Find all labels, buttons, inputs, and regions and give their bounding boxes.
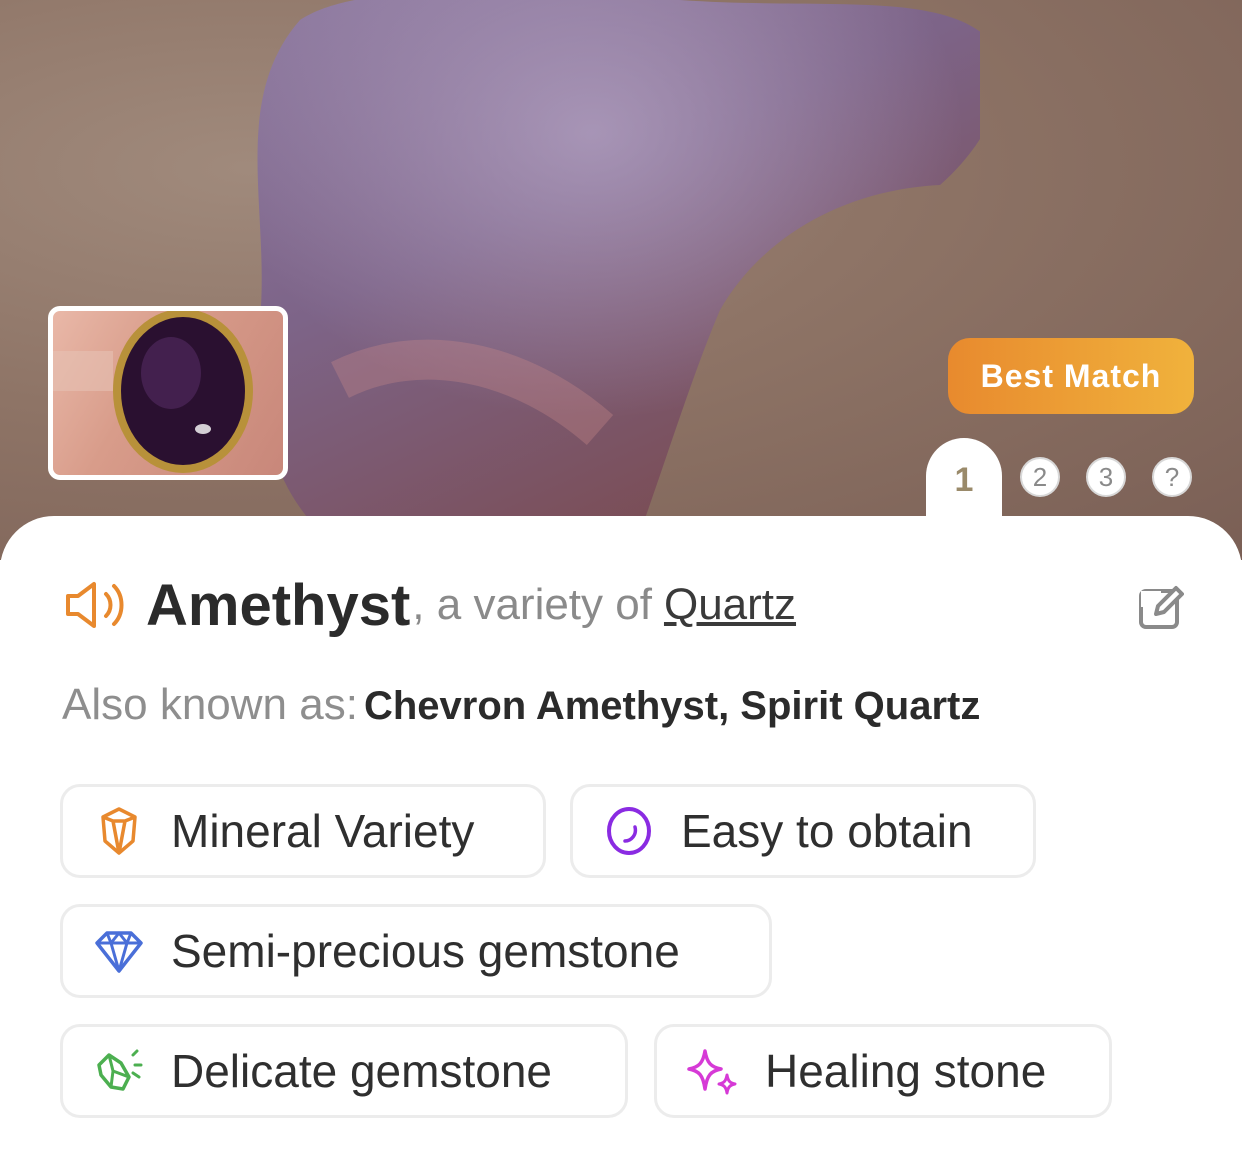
page-tab-1[interactable]: 1 [926,438,1002,528]
result-pager: 1 2 3 ? [0,438,1242,528]
diamond-icon [95,931,143,973]
best-match-badge: Best Match [948,338,1194,414]
broken-crystal-icon [97,1049,143,1091]
tag-label: Delicate gemstone [171,1045,552,1097]
page-tab-help[interactable]: ? [1152,457,1192,497]
also-known-values: Chevron Amethyst, Spirit Quartz [363,684,981,728]
page-tab-2[interactable]: 2 [1020,457,1060,497]
parent-mineral-link[interactable]: Quartz [664,580,796,630]
edit-icon[interactable] [1138,584,1184,630]
variety-text: , a variety of [412,580,652,629]
tag-easy-to-obtain[interactable]: Easy to obtain [570,784,1036,878]
tag-label: Mineral Variety [171,805,475,857]
tag-mineral-variety[interactable]: Mineral Variety [60,784,546,878]
oval-stone-icon [607,807,651,855]
page-tab-3[interactable]: 3 [1086,457,1126,497]
tag-healing-stone[interactable]: Healing stone [654,1024,1112,1118]
speaker-icon[interactable] [62,578,128,632]
tag-label: Easy to obtain [681,805,973,857]
mineral-name: Amethyst [146,572,411,638]
sparkle-icon [687,1049,737,1095]
also-known-as: Also known as: Chevron Amethyst, Spirit Q… [62,680,980,730]
tag-label: Semi-precious gemstone [171,925,680,977]
title-row: Amethyst , a variety of Quartz [62,568,796,642]
also-known-label: Also known as: [62,680,358,729]
tag-semi-precious-gemstone[interactable]: Semi-precious gemstone [60,904,772,998]
tag-delicate-gemstone[interactable]: Delicate gemstone [60,1024,628,1118]
tag-label: Healing stone [765,1045,1047,1097]
crystal-icon [101,807,137,855]
